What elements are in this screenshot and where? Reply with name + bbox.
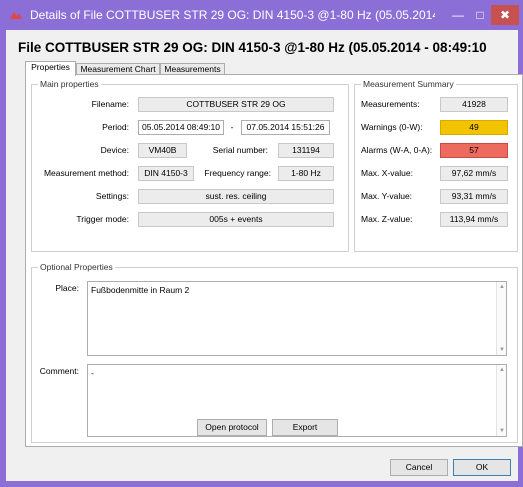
trigger-mode-label: Trigger mode: <box>76 214 129 224</box>
scroll-up-arrow-icon[interactable]: ▲ <box>497 365 507 375</box>
window-title: Details of File COTTBUSER STR 29 OG: DIN… <box>30 8 435 22</box>
frequency-range-value: 1-80 Hz <box>278 166 334 181</box>
ok-button[interactable]: OK <box>453 459 511 476</box>
comment-text: - <box>91 368 94 378</box>
warnings-label: Warnings (0-W): <box>361 122 423 132</box>
period-label: Period: <box>102 122 129 132</box>
file-heading: File COTTBUSER STR 29 OG: DIN 4150-3 @1-… <box>18 40 487 55</box>
max-z-value: 113,94 mm/s <box>440 212 508 227</box>
period-end-field[interactable]: 07.05.2014 15:51:26 <box>241 120 330 135</box>
max-y-label: Max. Y-value: <box>361 191 413 201</box>
comment-scrollbar[interactable]: ▲ ▼ <box>496 365 506 436</box>
filename-value: COTTBUSER STR 29 OG <box>138 97 334 112</box>
close-button[interactable]: ✖ <box>491 5 519 25</box>
max-z-label: Max. Z-value: <box>361 214 413 224</box>
scroll-down-arrow-icon[interactable]: ▼ <box>497 426 507 436</box>
period-separator: - <box>230 122 234 132</box>
measurement-method-value: DIN 4150-3 <box>138 166 194 181</box>
settings-value: sust. res. ceiling <box>138 189 334 204</box>
period-start-field[interactable]: 05.05.2014 08:49:10 <box>138 120 224 135</box>
trigger-mode-value: 005s + events <box>138 212 334 227</box>
settings-label: Settings: <box>95 191 129 201</box>
place-label: Place: <box>55 283 79 293</box>
filename-label: Filename: <box>91 99 129 109</box>
scroll-down-arrow-icon[interactable]: ▼ <box>497 345 507 355</box>
tab-properties[interactable]: Properties <box>25 61 76 76</box>
optional-properties-group: Optional Properties Place: Fußbodenmitte… <box>31 262 518 443</box>
maximize-button[interactable]: □ <box>469 5 491 25</box>
max-x-value: 97,62 mm/s <box>440 166 508 181</box>
minimize-button[interactable]: — <box>447 5 469 25</box>
title-bar[interactable]: Details of File COTTBUSER STR 29 OG: DIN… <box>0 0 523 30</box>
alarms-label: Alarms (W-A, 0-A): <box>361 145 433 155</box>
measurement-summary-title: Measurement Summary <box>361 79 456 89</box>
details-window: Details of File COTTBUSER STR 29 OG: DIN… <box>0 0 523 487</box>
serial-number-value: 131194 <box>278 143 334 158</box>
properties-panel: Main properties Filename: COTTBUSER STR … <box>25 74 523 447</box>
serial-number-label: Serial number: <box>212 145 268 155</box>
measurements-count: 41928 <box>440 97 508 112</box>
place-scrollbar[interactable]: ▲ ▼ <box>496 282 506 355</box>
device-value: VM40B <box>138 143 187 158</box>
frequency-range-label: Frequency range: <box>204 168 271 178</box>
optional-properties-title: Optional Properties <box>38 262 115 272</box>
alarms-count: 57 <box>440 143 508 158</box>
max-x-label: Max. X-value: <box>361 168 413 178</box>
measurements-label: Measurements: <box>361 99 420 109</box>
max-y-value: 93,31 mm/s <box>440 189 508 204</box>
warnings-count: 49 <box>440 120 508 135</box>
device-label: Device: <box>100 145 129 155</box>
comment-label: Comment: <box>39 366 79 376</box>
measurement-summary-group: Measurement Summary Measurements: 41928 … <box>354 79 518 252</box>
main-properties-group: Main properties Filename: COTTBUSER STR … <box>31 79 349 252</box>
main-properties-title: Main properties <box>38 79 101 89</box>
dialog-client-area: File COTTBUSER STR 29 OG: DIN 4150-3 @1-… <box>6 30 523 481</box>
measurement-method-label: Measurement method: <box>43 168 129 178</box>
open-protocol-button[interactable]: Open protocol <box>197 419 267 436</box>
place-text: Fußbodenmitte in Raum 2 <box>91 285 190 295</box>
app-logo-icon <box>10 12 22 19</box>
export-button[interactable]: Export <box>272 419 338 436</box>
cancel-button[interactable]: Cancel <box>390 459 448 476</box>
scroll-up-arrow-icon[interactable]: ▲ <box>497 282 507 292</box>
place-textarea[interactable]: Fußbodenmitte in Raum 2 ▲ ▼ <box>87 281 507 356</box>
